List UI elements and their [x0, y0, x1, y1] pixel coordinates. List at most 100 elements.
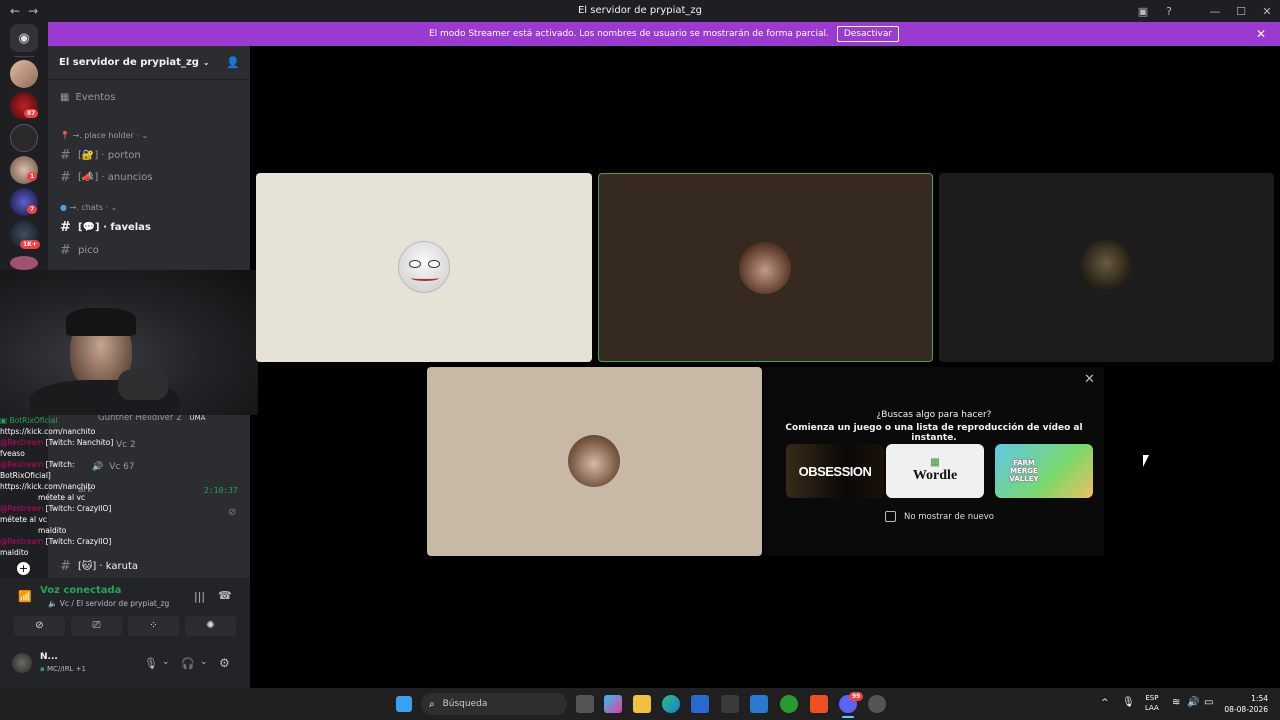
close-window-button[interactable]: ✕ [1254, 5, 1280, 18]
hash-icon: # [60, 170, 71, 185]
channel-label: [🔐] · porton [78, 150, 141, 161]
soundboard-button[interactable]: ✺ [185, 616, 236, 636]
wifi-icon[interactable]: ≋ [1172, 697, 1180, 708]
avatar [1080, 240, 1132, 292]
disconnect-icon[interactable]: ☎ [218, 589, 232, 602]
chevron-down-icon[interactable]: ⌄ [162, 657, 170, 667]
avatar [568, 435, 620, 487]
minimize-button[interactable]: — [1202, 5, 1228, 18]
server-icon[interactable] [10, 60, 38, 88]
chat-line: métete al vc [38, 493, 86, 502]
server-header[interactable]: El servidor de prypiat_zg ⌄ 👤 [48, 46, 250, 80]
task-view-icon[interactable] [576, 695, 594, 713]
no-show-label: No mostrar de nuevo [904, 512, 994, 522]
language-label: ESP [1145, 694, 1159, 702]
pin-icon: 📍 [60, 131, 70, 140]
chevron-down-icon[interactable]: ⌄ [200, 657, 208, 667]
activities-button[interactable]: ⁘ [128, 616, 179, 636]
channel-anuncios[interactable]: # [📣] · anuncios [60, 170, 153, 185]
video-tile[interactable] [256, 173, 592, 362]
help-icon[interactable]: ? [1156, 5, 1182, 18]
video-tile-speaking[interactable] [598, 173, 933, 362]
game-card-farm-merge-valley[interactable]: FARM MERGE VALLEY [995, 444, 1093, 498]
close-icon[interactable]: ✕ [1256, 27, 1266, 41]
voice-location: 🔈 Vc / El servidor de prypiat_zg [48, 599, 169, 608]
volume-icon[interactable]: 🔊 [1187, 697, 1199, 708]
server-icon[interactable] [10, 256, 38, 270]
voice-status[interactable]: Voz conectada [40, 585, 121, 596]
video-tile[interactable] [939, 173, 1274, 362]
chat-text: [Twitch: CrazyIlO] [45, 537, 112, 546]
channel-pico[interactable]: # pico [60, 243, 99, 258]
maximize-button[interactable]: ☐ [1228, 5, 1254, 18]
keyboard-layout-label: LAA [1145, 704, 1159, 712]
add-server-icon[interactable]: + [17, 562, 30, 575]
noise-suppression-icon[interactable]: ||| [194, 590, 205, 603]
user-status: ▪ MC//IRL +1 [40, 665, 86, 673]
no-show-checkbox[interactable] [885, 511, 896, 522]
server-icon[interactable] [10, 124, 38, 152]
microphone-icon[interactable]: 🎙 [144, 657, 158, 670]
voice-panel: 📶 Voz conectada 🔈 Vc / El servidor de pr… [0, 578, 250, 688]
video-tile[interactable] [427, 367, 762, 556]
chat-line: ▣ BotRixOficial [0, 415, 250, 426]
discord-home-icon[interactable]: ◉ [10, 24, 38, 52]
game-title: OBSESSION [798, 463, 872, 479]
chat-overlay: ▣ BotRixOficial https://kick.com/nanchit… [0, 415, 250, 565]
search-box[interactable]: ⌕ Búsqueda [421, 693, 567, 715]
banner-text: El modo Streamer está activado. Los nomb… [428, 29, 829, 39]
activity-subtitle: Comienza un juego o una lista de reprodu… [785, 423, 1083, 443]
channel-favelas[interactable]: # [💬] · favelas [60, 220, 151, 235]
avatar[interactable] [12, 653, 32, 673]
app-icon[interactable] [721, 695, 739, 713]
chat-user: @Restream [0, 438, 44, 447]
add-user-icon[interactable]: 👤 [226, 56, 240, 69]
camera-off-button[interactable]: ⊘ [14, 616, 65, 636]
date: 08-08-2026 [1224, 705, 1268, 714]
category-chats[interactable]: ● →. chats · ⌄ [60, 203, 117, 212]
file-explorer-icon[interactable] [633, 695, 651, 713]
xbox-icon[interactable] [780, 695, 798, 713]
clock[interactable]: 1:54 08-08-2026 [1222, 693, 1268, 715]
gear-icon[interactable]: ⚙ [219, 656, 230, 670]
copilot-icon[interactable] [604, 695, 622, 713]
app-icon[interactable] [750, 695, 768, 713]
mention-badge: 1 [27, 172, 38, 181]
events-label: Eventos [75, 92, 116, 103]
tray-chevron-icon[interactable]: ^ [1101, 698, 1109, 708]
app-icon[interactable] [868, 695, 886, 713]
battery-icon[interactable]: ▭ [1204, 697, 1213, 708]
events-item[interactable]: ▦ Eventos [60, 92, 115, 103]
avatar [739, 242, 791, 294]
mention-badge: 87 [24, 109, 39, 118]
channel-label: pico [78, 245, 99, 256]
mouse-cursor-icon [1143, 455, 1149, 467]
game-card-wordle[interactable]: ▦ Wordle [886, 444, 984, 498]
game-title: Wordle [912, 468, 958, 483]
close-icon[interactable]: ✕ [1084, 372, 1095, 387]
chat-line: maldito [0, 548, 29, 557]
notification-badge: 99 [849, 692, 864, 701]
chat-user: BotRixOficial [9, 416, 58, 425]
deactivate-button[interactable]: Desactivar [836, 26, 900, 42]
category-place-holder[interactable]: 📍 →. place holder · ⌄ [60, 131, 148, 140]
chat-line: @Restream [Twitch: Nanchito] [0, 437, 250, 448]
screen-share-button[interactable]: ⎚ [71, 616, 122, 636]
language-indicator[interactable]: ESP LAA [1145, 693, 1159, 713]
edge-icon[interactable] [662, 695, 680, 713]
chevron-down-icon: ⌄ [110, 203, 118, 212]
windows-start-icon[interactable] [396, 696, 412, 712]
channel-porton[interactable]: # [🔐] · porton [60, 148, 141, 163]
chevron-down-icon: ⌄ [202, 58, 210, 67]
chat-user: @Restream [0, 504, 44, 513]
category-label: →. place holder · [72, 131, 139, 140]
headphones-icon[interactable]: 🎧 [181, 657, 195, 670]
user-status-text: MC//IRL +1 [46, 665, 87, 673]
brave-icon[interactable] [810, 695, 828, 713]
chat-line: métete al vc [0, 515, 48, 524]
inbox-icon[interactable]: ▣ [1130, 5, 1156, 18]
store-icon[interactable] [691, 695, 709, 713]
webcam-overlay [0, 270, 258, 415]
game-card-obsession[interactable]: OBSESSION [786, 444, 884, 498]
microphone-icon[interactable]: 🎙 [1122, 697, 1135, 708]
